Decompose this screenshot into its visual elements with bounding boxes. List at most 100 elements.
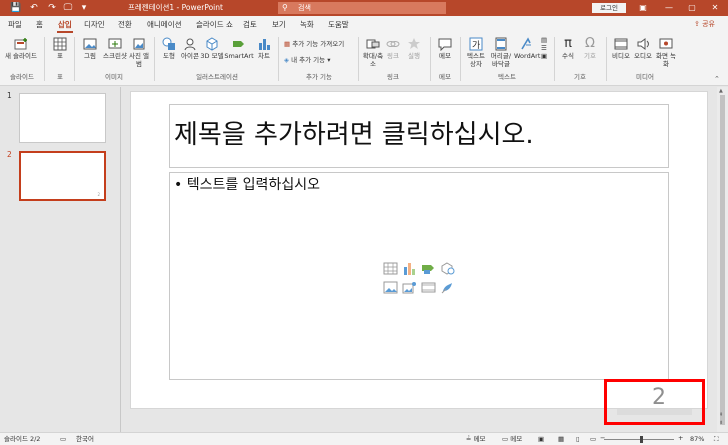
video-icon <box>614 38 628 50</box>
save-icon[interactable]: 💾 <box>10 2 22 14</box>
my-addins-button[interactable]: ◈ 내 추가 기능 ▾ <box>284 55 330 65</box>
insert-smartart-icon[interactable] <box>421 262 436 275</box>
slide-info: 슬라이드 2/2 <box>4 435 41 443</box>
previous-slide-icon[interactable]: ⇞ <box>719 412 723 418</box>
3d-models-button[interactable]: 3D 모델 <box>200 37 224 60</box>
zoom-level[interactable]: 87% <box>690 434 704 445</box>
textbox-icon: 가 <box>469 37 483 51</box>
screen-recording-button[interactable]: 화면 녹화 <box>654 37 678 68</box>
tab-review[interactable]: 검토 <box>243 19 257 30</box>
search-box[interactable]: ⚲ 검색 <box>278 2 446 14</box>
tab-record[interactable]: 녹화 <box>300 19 314 30</box>
tab-animations[interactable]: 애니메이션 <box>147 19 182 30</box>
share-button[interactable]: ⇪ 공유 <box>694 19 715 30</box>
comment-button[interactable]: 메모 <box>434 37 456 60</box>
link-button[interactable]: 링크 <box>384 37 402 60</box>
pictures-button[interactable]: 그림 <box>78 37 102 60</box>
insert-stock-images-icon[interactable] <box>402 281 417 294</box>
content-placeholder-text[interactable]: • 텍스트를 입력하십시오 <box>174 176 320 194</box>
tab-slideshow[interactable]: 슬라이드 쇼 <box>196 19 233 30</box>
zoom-in-icon[interactable]: + <box>678 433 683 444</box>
scrollbar-thumb[interactable] <box>720 95 725 425</box>
language[interactable]: 한국어 <box>76 434 94 445</box>
insert-chart-icon[interactable] <box>402 262 417 275</box>
group-separator <box>278 37 279 81</box>
accessibility-icon[interactable]: ▭ <box>60 434 66 445</box>
chart-button[interactable]: 차트 <box>254 37 274 60</box>
smartart-button[interactable]: SmartArt <box>224 37 254 60</box>
shapes-button[interactable]: 도형 <box>158 37 180 60</box>
slide-thumbnail-2[interactable]: 2 <box>19 151 106 201</box>
present-from-start-icon[interactable]: 🖵 <box>62 2 74 14</box>
fit-to-window-icon[interactable]: ⛶ <box>714 434 719 445</box>
tab-home[interactable]: 홈 <box>36 19 43 30</box>
login-button[interactable]: 로그인 <box>592 3 626 13</box>
slideshow-view-icon[interactable]: ▭ <box>590 434 596 445</box>
store-icon: ▦ <box>284 40 291 48</box>
tab-transitions[interactable]: 전환 <box>118 19 132 30</box>
vertical-scrollbar[interactable]: ▲ ⇞ ⇟ <box>717 87 728 432</box>
redo-icon[interactable]: ↷ <box>46 2 58 14</box>
undo-icon[interactable]: ↶ <box>28 2 40 14</box>
minimize-button[interactable]: — <box>662 2 676 14</box>
wordart-button[interactable]: WordArt <box>514 37 540 60</box>
document-title: 프레젠테이션1 - PowerPoint <box>128 3 223 12</box>
tab-view[interactable]: 보기 <box>272 19 286 30</box>
ribbon-insert: 새 슬라이드 슬라이드 표 표 그림 스크린샷 사진 앨범 이미지 도형 아이콘… <box>0 33 728 86</box>
comments-button[interactable]: ▭ 메모 <box>502 434 522 445</box>
icons-button[interactable]: 아이콘 <box>180 37 200 60</box>
ribbon-display-options-icon[interactable]: ▣ <box>636 2 650 14</box>
insert-picture-icon[interactable] <box>383 281 398 294</box>
icons-icon <box>184 38 196 51</box>
3d-models-label: 3D 모델 <box>200 52 224 60</box>
notes-button[interactable]: ≟ 메모 <box>466 434 485 445</box>
audio-label: 오디오 <box>634 52 652 60</box>
insert-table-icon[interactable] <box>383 262 398 275</box>
zoom-slider[interactable] <box>604 439 674 440</box>
scroll-up-icon[interactable]: ▲ <box>719 88 723 94</box>
group-slides: 슬라이드 <box>10 73 34 81</box>
tab-insert[interactable]: 삽입 <box>58 19 72 30</box>
screenshot-icon <box>108 38 122 49</box>
chevron-down-icon: ▾ <box>327 56 331 64</box>
zoom-slider-knob[interactable] <box>640 436 643 443</box>
photo-album-button[interactable]: 사진 앨범 <box>128 37 150 68</box>
video-button[interactable]: 비디오 <box>610 37 632 60</box>
tab-help[interactable]: 도움말 <box>328 19 349 30</box>
get-addins-button[interactable]: ▦ 추가 기능 가져오기 <box>284 39 344 49</box>
tab-file[interactable]: 파일 <box>8 19 22 30</box>
insert-3d-model-icon[interactable] <box>440 262 455 275</box>
next-slide-icon[interactable]: ⇟ <box>719 420 723 426</box>
screenshot-button[interactable]: 스크린샷 <box>102 37 128 60</box>
close-button[interactable]: ✕ <box>708 2 722 14</box>
group-links: 링크 <box>387 73 399 81</box>
wordart-label: WordArt <box>514 52 541 60</box>
collapse-ribbon-icon[interactable]: ⌃ <box>714 75 720 83</box>
customize-quick-access-icon[interactable]: ▾ <box>78 2 90 14</box>
normal-view-icon[interactable]: ▣ <box>538 434 544 445</box>
header-footer-icon <box>495 37 507 51</box>
textbox-button[interactable]: 가 텍스트 상자 <box>464 37 488 68</box>
zoom-button[interactable]: 확대/축소 <box>362 37 384 68</box>
content-placeholder[interactable] <box>169 172 669 380</box>
text-extra-icons[interactable]: ▤ ☰ ▣ <box>541 36 547 60</box>
header-footer-button[interactable]: 머리글/바닥글 <box>488 37 514 68</box>
slide-thumbnail-1[interactable] <box>19 93 106 143</box>
smartart-label: SmartArt <box>224 52 254 60</box>
restore-button[interactable]: ▢ <box>685 2 699 14</box>
slide-sorter-icon[interactable]: ▦ <box>558 434 564 445</box>
symbol-button[interactable]: Ω 기호 <box>580 37 600 61</box>
title-placeholder-text[interactable]: 제목을 추가하려면 클릭하십시오. <box>174 115 534 155</box>
new-slide-button[interactable]: 새 슬라이드 <box>4 37 38 60</box>
action-button[interactable]: 실행 <box>404 37 424 60</box>
insert-video-icon[interactable] <box>421 281 436 294</box>
group-separator <box>460 37 461 81</box>
table-button[interactable]: 표 <box>50 37 70 60</box>
equation-button[interactable]: π 수식 <box>558 37 578 61</box>
cube-icon <box>206 37 218 51</box>
link-label: 링크 <box>387 52 399 60</box>
reading-view-icon[interactable]: ▯ <box>576 434 580 445</box>
insert-icons-icon[interactable] <box>440 281 455 294</box>
tab-design[interactable]: 디자인 <box>84 19 105 30</box>
audio-button[interactable]: 오디오 <box>632 37 654 60</box>
